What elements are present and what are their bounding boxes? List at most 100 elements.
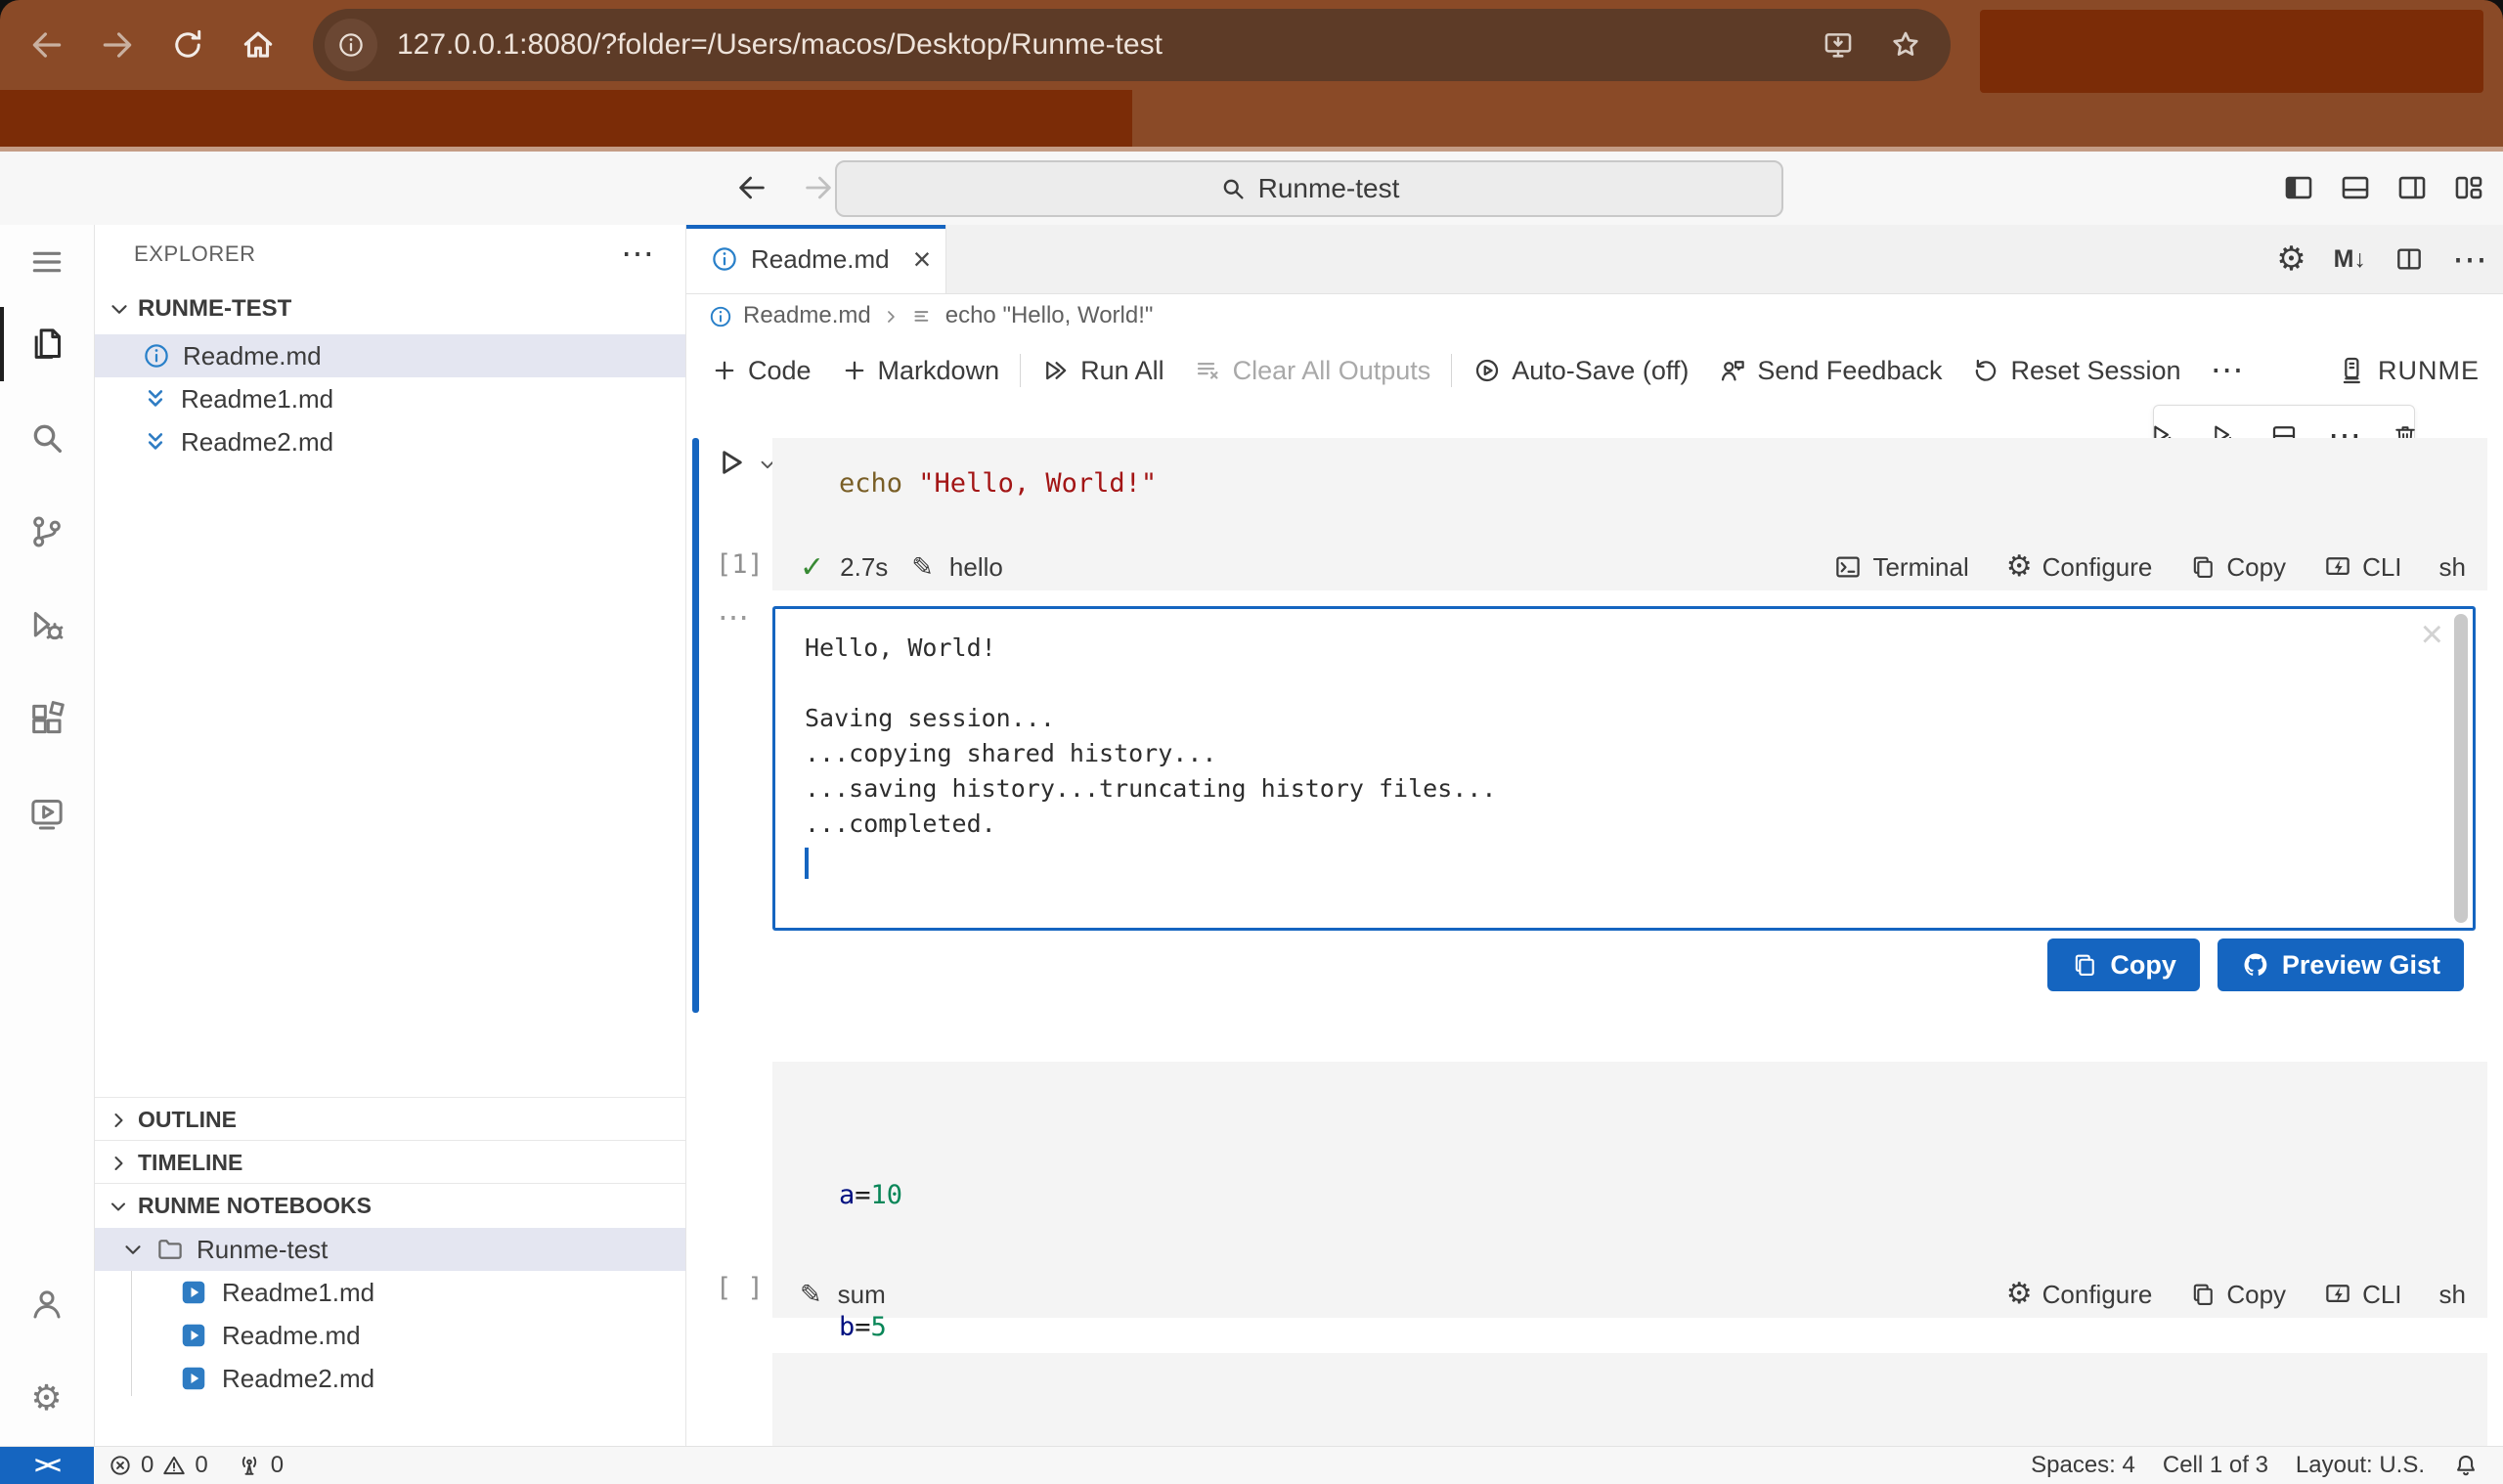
browser-reload-button[interactable] — [162, 20, 213, 70]
chevron-right-icon — [107, 1150, 130, 1176]
keyboard-layout-status[interactable]: Layout: U.S. — [2282, 1452, 2438, 1479]
breadcrumb-file[interactable]: Readme.md — [743, 302, 871, 329]
runme-panel-icon[interactable] — [0, 776, 93, 851]
toggle-secondary-sidebar-icon[interactable] — [2395, 171, 2429, 204]
code-cell-3[interactable]: greet() { echo "Hello, $1!" — [772, 1353, 2487, 1447]
cell-name[interactable]: sum — [838, 1280, 886, 1310]
send-feedback-button[interactable]: Send Feedback — [1703, 356, 1956, 386]
explorer-icon[interactable] — [0, 307, 93, 381]
install-app-icon[interactable] — [1822, 28, 1855, 62]
cli-action[interactable]: CLI — [2323, 552, 2401, 583]
timeline-section-header[interactable]: TIMELINE — [95, 1140, 685, 1184]
extensions-icon[interactable] — [0, 682, 93, 757]
notebook-item-label: Readme1.md — [222, 1278, 374, 1308]
run-cell-button[interactable] — [712, 444, 749, 481]
terminal-action[interactable]: Terminal — [1833, 552, 1968, 583]
chevron-down-icon — [107, 1193, 130, 1219]
cli-action[interactable]: CLI — [2323, 1280, 2401, 1310]
command-center-search[interactable]: Runme-test — [835, 160, 1783, 217]
split-editor-icon[interactable] — [2393, 243, 2425, 275]
copy-output-button[interactable]: Copy — [2047, 938, 2200, 991]
copy-action[interactable]: Copy — [2189, 1280, 2286, 1310]
preview-gist-button[interactable]: Preview Gist — [2218, 938, 2464, 991]
browser-home-button[interactable] — [233, 20, 284, 70]
run-debug-icon[interactable] — [0, 589, 93, 663]
browser-back-button[interactable] — [22, 20, 72, 70]
runme-notebooks-section-header[interactable]: RUNME NOTEBOOKS — [95, 1183, 685, 1227]
bookmark-star-icon[interactable] — [1888, 27, 1923, 63]
reset-session-button[interactable]: Reset Session — [1956, 356, 2195, 386]
auto-save-button[interactable]: Auto-Save (off) — [1458, 356, 1703, 386]
notebook-settings-gear-icon[interactable]: ⚙ — [2276, 242, 2305, 276]
tab-readme[interactable]: Readme.md × — [686, 225, 946, 293]
notebook-item-row[interactable]: Readme2.md — [95, 1357, 685, 1400]
customize-layout-icon[interactable] — [2452, 171, 2485, 204]
toolbar-separator — [1451, 354, 1452, 387]
notebook-item-row[interactable]: Readme1.md — [95, 1271, 685, 1314]
output-gutter-icon[interactable]: ⋯ — [718, 598, 749, 635]
open-markdown-preview-icon[interactable]: M↓ — [2334, 245, 2366, 274]
add-code-cell-button[interactable]: Code — [696, 356, 826, 386]
output-close-icon[interactable]: × — [2421, 615, 2443, 654]
tab-bar: Readme.md × ⚙ M↓ ⋯ — [686, 225, 2503, 294]
configure-action[interactable]: ⚙Configure — [2006, 552, 2153, 583]
account-icon[interactable] — [0, 1267, 93, 1341]
file-row-readme[interactable]: Readme.md — [95, 334, 685, 377]
code-cell-2[interactable]: a=10 b=5 sum=$((a + b)) echo "Sum: $sum"… — [772, 1062, 2487, 1318]
clear-outputs-icon — [1194, 356, 1223, 385]
workspace-folder-row[interactable]: RUNME-TEST — [95, 287, 685, 330]
breadcrumbs: Readme.md echo "Hello, World!" — [686, 293, 2503, 338]
breadcrumb-cell[interactable]: echo "Hello, World!" — [945, 302, 1154, 329]
toolbar-more-actions-icon[interactable]: ⋯ — [2196, 351, 2259, 390]
play-square-icon — [179, 1321, 208, 1350]
indentation-status[interactable]: Spaces: 4 — [2017, 1452, 2149, 1479]
search-sidebar-icon[interactable] — [0, 401, 93, 475]
file-row-readme2[interactable]: Readme2.md — [95, 420, 685, 463]
configure-action[interactable]: ⚙Configure — [2006, 1280, 2153, 1310]
browser-theme-accent-strip — [0, 90, 1132, 147]
cell-language[interactable]: sh — [2439, 552, 2466, 583]
run-all-button[interactable]: Run All — [1027, 356, 1179, 386]
remote-indicator[interactable]: >< — [0, 1447, 94, 1484]
copy-action[interactable]: Copy — [2189, 552, 2286, 583]
editor-area: Readme.md × ⚙ M↓ ⋯ Readme.md echo "Hello… — [686, 225, 2503, 1447]
problems-status[interactable]: 0 0 — [94, 1452, 222, 1479]
notebook-item-row[interactable]: Readme.md — [95, 1314, 685, 1357]
menu-icon[interactable] — [0, 225, 93, 299]
toggle-primary-sidebar-icon[interactable] — [2282, 171, 2315, 204]
source-control-icon[interactable] — [0, 495, 93, 569]
cli-icon — [2323, 1280, 2352, 1309]
outline-section-header[interactable]: OUTLINE — [95, 1097, 685, 1141]
cell-position-status[interactable]: Cell 1 of 3 — [2149, 1452, 2282, 1479]
cell-status-bar: ✓ 2.7s ✎ hello Terminal ⚙Configure Copy … — [772, 544, 2487, 590]
address-bar[interactable]: 127.0.0.1:8080/?folder=/Users/macos/Desk… — [313, 9, 1951, 81]
history-back-button[interactable] — [735, 171, 768, 204]
add-markdown-cell-button[interactable]: Markdown — [826, 356, 1015, 386]
output-scrollbar[interactable] — [2454, 614, 2468, 923]
runme-brand[interactable]: RUNME — [2320, 354, 2503, 387]
site-info-icon[interactable] — [325, 19, 377, 71]
ports-status[interactable]: 0 — [222, 1452, 297, 1479]
explorer-more-actions-icon[interactable]: ⋯ — [621, 235, 654, 274]
code-line[interactable]: echo "Hello, World!" — [772, 438, 2487, 505]
code-cell-1[interactable]: echo "Hello, World!" ✓ 2.7s ✎ hello Term… — [772, 438, 2487, 590]
tab-close-icon[interactable]: × — [913, 243, 932, 275]
url-text[interactable]: 127.0.0.1:8080/?folder=/Users/macos/Desk… — [397, 28, 1163, 62]
cell-name[interactable]: hello — [949, 552, 1003, 583]
browser-forward-button[interactable] — [92, 20, 143, 70]
notifications-bell-icon[interactable] — [2438, 1452, 2493, 1479]
pencil-icon[interactable]: ✎ — [911, 552, 934, 583]
settings-gear-icon[interactable]: ⚙ — [0, 1361, 93, 1435]
error-icon — [108, 1453, 133, 1478]
toggle-panel-icon[interactable] — [2339, 171, 2372, 204]
editor-more-actions-icon[interactable]: ⋯ — [2452, 239, 2487, 280]
cell-language[interactable]: sh — [2439, 1280, 2466, 1310]
cell-output[interactable]: Hello, World! Saving session... ...copyi… — [772, 606, 2476, 931]
explorer-sidebar: EXPLORER ⋯ RUNME-TEST Readme.md Readme1.… — [95, 225, 686, 1447]
history-forward-button[interactable] — [802, 171, 835, 204]
notebooks-folder-row[interactable]: Runme-test — [95, 1228, 685, 1271]
browser-theme-accent-block — [1980, 10, 2483, 93]
file-row-readme1[interactable]: Readme1.md — [95, 377, 685, 420]
pencil-icon[interactable]: ✎ — [800, 1280, 822, 1310]
code-line[interactable]: a=10 — [839, 1173, 2487, 1217]
